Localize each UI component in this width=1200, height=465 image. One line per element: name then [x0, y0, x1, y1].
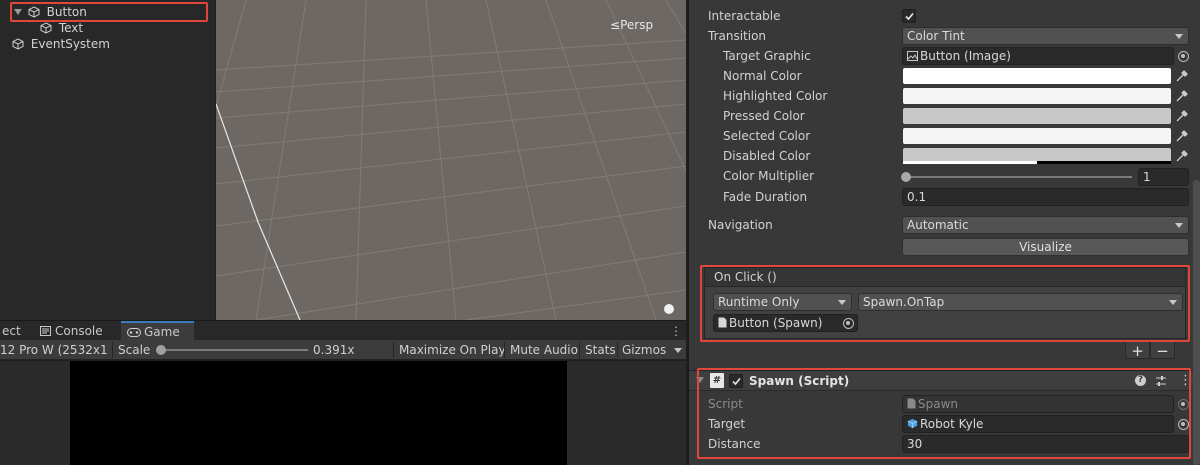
tab-console[interactable]: Console — [34, 321, 109, 341]
scene-persp-label[interactable]: ≤Persp — [610, 18, 653, 32]
game-view[interactable] — [0, 361, 686, 465]
object-picker-icon[interactable] — [1178, 51, 1189, 62]
color-multiplier-field[interactable]: 1 — [1138, 168, 1189, 186]
dropdown-arrow-icon — [1175, 34, 1183, 39]
tab-project[interactable]: ect — [0, 321, 27, 341]
image-icon — [907, 51, 918, 61]
visualize-button[interactable]: Visualize — [902, 238, 1189, 256]
interactable-checkbox[interactable] — [902, 9, 916, 23]
scale-slider[interactable] — [156, 345, 308, 355]
eyedropper-icon[interactable] — [1175, 69, 1189, 83]
pressed-color-swatch[interactable] — [903, 108, 1171, 124]
toolbar-separator — [504, 342, 505, 358]
hierarchy-item-label: Text — [58, 21, 84, 35]
highlighted-color-label: Highlighted Color — [723, 89, 828, 103]
hierarchy-item-label: EventSystem — [30, 37, 110, 51]
pressed-color-label: Pressed Color — [723, 109, 805, 123]
gizmos-dropdown-arrow-icon[interactable] — [674, 348, 682, 353]
add-event-button[interactable]: + — [1125, 341, 1150, 360]
selected-color-swatch[interactable] — [903, 128, 1171, 144]
scene-view[interactable]: ≤Persp — [216, 0, 686, 320]
game-render-area[interactable] — [70, 361, 567, 465]
dropdown-arrow-icon — [1175, 223, 1183, 228]
hierarchy-item-eventsystem[interactable]: EventSystem — [12, 36, 110, 52]
gameobject-cube-icon — [40, 22, 52, 34]
toolbar-separator — [579, 342, 580, 358]
transition-label: Transition — [708, 29, 767, 43]
eyedropper-icon[interactable] — [1175, 149, 1189, 163]
fade-duration-label: Fade Duration — [723, 190, 808, 204]
more-options-icon[interactable]: ⋮ — [670, 324, 682, 338]
eyedropper-icon[interactable] — [1175, 109, 1189, 123]
persp-chevron-icon: ≤ — [610, 18, 621, 32]
toolbar-separator — [112, 342, 113, 358]
target-graphic-label: Target Graphic — [723, 49, 811, 63]
game-toolbar: 12 Pro W (2532x1 Scale 0.391x Maximize O… — [0, 340, 686, 360]
alpha-bar-empty — [1037, 161, 1171, 164]
highlight-box-on-click — [700, 265, 1190, 342]
disabled-color-label: Disabled Color — [723, 149, 811, 163]
scene-grid — [216, 0, 686, 320]
highlight-box-spawn-script — [697, 368, 1191, 459]
maximize-on-play-button[interactable]: Maximize On Play — [399, 340, 506, 360]
normal-color-label: Normal Color — [723, 69, 802, 83]
gameobject-cube-icon — [12, 38, 24, 50]
toolbar-separator — [393, 342, 394, 358]
highlight-box-button — [10, 2, 208, 22]
target-graphic-field[interactable]: Button (Image) — [902, 47, 1174, 65]
eyedropper-icon[interactable] — [1175, 129, 1189, 143]
stats-button[interactable]: Stats — [585, 340, 616, 360]
highlighted-color-swatch[interactable] — [903, 88, 1171, 104]
fade-duration-field[interactable]: 0.1 — [902, 188, 1189, 206]
normal-color-swatch[interactable] — [903, 68, 1171, 84]
mute-audio-button[interactable]: Mute Audio — [510, 340, 578, 360]
resolution-dropdown[interactable]: 12 Pro W (2532x1 — [0, 340, 108, 360]
disabled-color-swatch[interactable] — [903, 148, 1171, 164]
console-icon — [40, 326, 51, 336]
selected-color-label: Selected Color — [723, 129, 811, 143]
color-multiplier-label: Color Multiplier — [723, 169, 815, 183]
navigation-label: Navigation — [708, 218, 773, 232]
toolbar-separator — [617, 342, 618, 358]
color-multiplier-slider[interactable] — [901, 172, 1132, 182]
scale-label: Scale — [118, 343, 151, 357]
hierarchy-item-text[interactable]: Text — [40, 20, 83, 36]
checkmark-icon — [905, 12, 914, 21]
remove-event-button[interactable]: − — [1150, 341, 1175, 360]
navigation-dropdown[interactable]: Automatic — [902, 216, 1189, 234]
scene-gizmo-dot[interactable] — [664, 304, 674, 314]
gizmos-button[interactable]: Gizmos — [622, 340, 666, 360]
scale-slider-thumb[interactable] — [156, 345, 166, 355]
gamepad-icon — [127, 328, 141, 337]
game-tab-bar: ect Console Game ⋮ — [0, 320, 686, 341]
hierarchy-panel: Button Text EventSystem — [0, 0, 215, 320]
scale-value: 0.391x — [313, 343, 355, 357]
inspector-scrollbar[interactable] — [1193, 180, 1200, 465]
transition-dropdown[interactable]: Color Tint — [902, 27, 1189, 45]
color-multiplier-thumb[interactable] — [901, 172, 911, 182]
eyedropper-icon[interactable] — [1175, 89, 1189, 103]
alpha-bar — [903, 161, 1037, 164]
tab-game[interactable]: Game — [121, 321, 194, 341]
interactable-label: Interactable — [708, 9, 781, 23]
